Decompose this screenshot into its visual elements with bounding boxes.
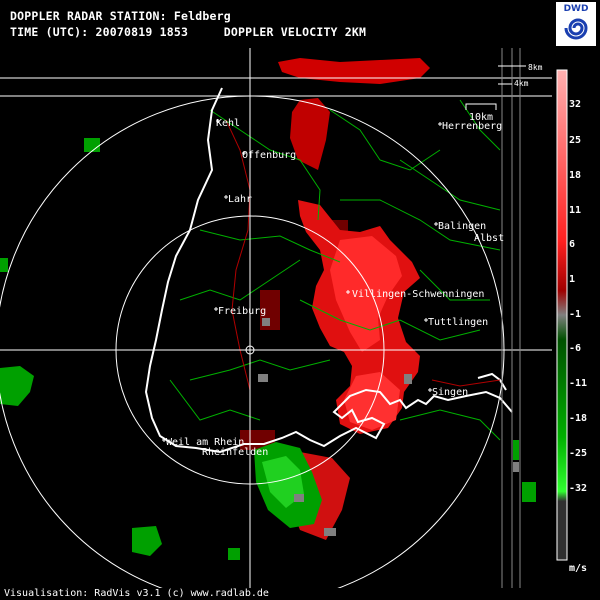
city-offenburg: Offenburg: [242, 150, 296, 161]
range-ring-outer: [0, 95, 505, 588]
city-freiburg: Freiburg: [218, 306, 266, 317]
scale-bar: [465, 103, 497, 110]
legend-label-minus-1: -1: [569, 309, 582, 320]
legend-label-minus-6: -6: [569, 343, 582, 354]
legend-label-6: 6: [569, 239, 576, 250]
legend-unit: m/s: [569, 563, 588, 574]
legend-label-32: 32: [569, 99, 582, 110]
city-kehl: Kehl: [216, 118, 240, 129]
legend-label-minus-25: -25: [569, 448, 588, 459]
city-albst: Albst: [474, 233, 504, 244]
radar-map: 10km 8km 4km Kehl Offenburg Lahr Freibur…: [0, 48, 568, 588]
legend-label-25: 25: [569, 135, 582, 146]
legend-label-minus-18: -18: [569, 413, 588, 424]
legend-label-11: 11: [569, 205, 582, 216]
legend-label-18: 18: [569, 170, 582, 181]
spiral-icon: [564, 18, 588, 40]
distance-marker-lower: 4km: [514, 79, 529, 88]
distance-marker-upper: 8km: [528, 63, 543, 72]
legend-label-minus-32: -32: [569, 483, 588, 494]
city-rheinfelden: Rheinfelden: [202, 447, 268, 458]
city-singen: Singen: [432, 387, 468, 398]
station-title: DOPPLER RADAR STATION: Feldberg: [10, 9, 231, 23]
legend-label-1: 1: [569, 274, 576, 285]
city-lahr: Lahr: [228, 194, 252, 205]
city-herrenberg: Herrenberg: [442, 121, 502, 132]
time-and-product: TIME (UTC): 20070819 1853 DOPPLER VELOCI…: [10, 25, 367, 39]
footer-credit: Visualisation: RadVis v3.1 (c) www.radla…: [4, 588, 269, 599]
city-balingen: Balingen: [438, 221, 486, 232]
city-tuttlingen: Tuttlingen: [428, 317, 488, 328]
radar-view: { "header": { "station_line": "DOPPLER R…: [0, 0, 600, 600]
velocity-legend: [556, 69, 568, 561]
legend-label-minus-11: -11: [569, 378, 588, 389]
city-villingen-schwenningen: Villingen-Schwenningen: [352, 289, 484, 300]
dwd-logo: DWD: [556, 2, 596, 46]
